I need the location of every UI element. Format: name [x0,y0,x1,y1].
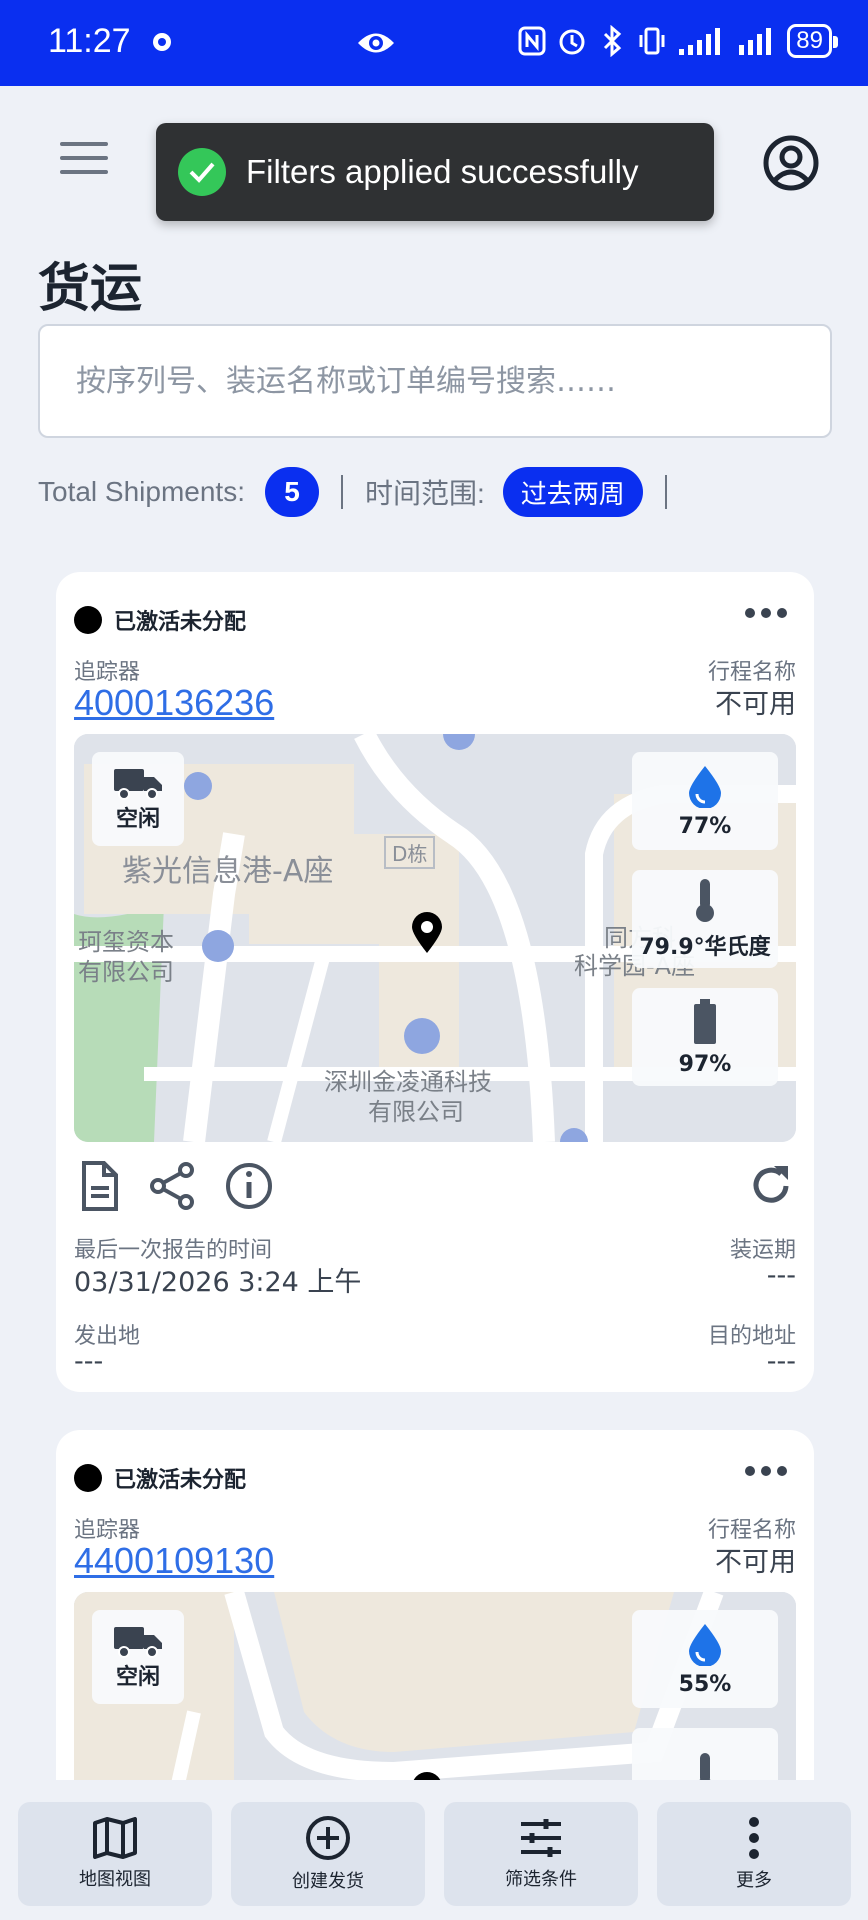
toast-notification: Filters applied successfully [156,123,714,221]
status-dot-icon [74,606,102,634]
battery-sensor: 97% [632,988,778,1086]
check-circle-icon [178,148,226,196]
humidity-value: 55% [678,1671,732,1697]
map-label: 紫光信息港-A座 [122,854,334,889]
humidity-drop-icon [689,1623,721,1666]
alarm-icon [559,29,585,55]
more-horizontal-icon[interactable] [744,1462,788,1480]
origin-value: --- [74,1346,104,1377]
map-view-button[interactable]: 地图视图 [18,1802,212,1906]
sliders-icon [521,1819,561,1857]
shipment-card[interactable]: 已激活未分配 追踪器 行程名称 4000136236 不可用 紫光信息港-A座 … [56,572,814,1392]
humidity-sensor: 55% [632,1610,778,1708]
shipments-summary: Total Shipments: 5 时间范围: 过去两周 [38,466,689,518]
divider [341,475,343,509]
add-circle-icon [306,1816,350,1860]
status-text: 已激活未分配 [114,610,247,635]
map-label: 有限公司 [368,1098,464,1126]
bottom-navigation: 地图视图 创建发货 筛选条件 更多 [0,1780,868,1920]
truck-icon [114,769,162,800]
toast-message: Filters applied successfully [246,153,639,190]
bluetooth-icon [604,25,622,57]
state-text: 空闲 [115,807,160,832]
thermometer-icon [696,879,714,922]
location-pin-icon[interactable] [410,912,444,954]
map-label: D栋 [384,836,436,869]
time-range-label: 时间范围: [365,478,485,509]
humidity-sensor: 77% [632,752,778,850]
search-input[interactable] [38,324,832,438]
eye-icon [358,33,394,53]
status-dot-icon [74,1464,102,1492]
system-icons: 89 [517,24,838,58]
divider [664,475,667,509]
more-horizontal-icon[interactable] [744,604,788,622]
trip-name-value: 不可用 [715,1547,796,1578]
create-shipment-button[interactable]: 创建发货 [231,1802,425,1906]
ship-period-value: --- [766,1260,796,1291]
nav-label: 筛选条件 [505,1869,577,1890]
status-time: 11:27 [48,22,131,60]
truck-icon [114,1627,162,1658]
battery-indicator: 89 [787,24,838,58]
nav-label: 更多 [736,1870,772,1891]
more-vertical-icon [749,1817,759,1859]
account-circle-icon[interactable] [762,134,820,192]
idle-state-badge: 空闲 [92,752,184,846]
temperature-sensor: 79.9°华氏度 [632,870,778,968]
shipment-status: 已激活未分配 [74,604,246,636]
humidity-drop-icon [689,765,721,808]
map-view[interactable]: 紫光信息港-A座 D栋 珂玺资本 有限公司 深圳金凌通科技 有限公司 同方科 科… [74,734,796,1142]
temperature-value: 79.9°华氏度 [639,935,771,960]
nav-label: 地图视图 [79,1869,151,1890]
vibrate-icon [639,27,665,55]
trip-name-value: 不可用 [715,689,796,720]
refresh-icon[interactable] [746,1160,796,1212]
battery-icon [694,998,716,1044]
hamburger-menu-icon[interactable] [58,136,110,180]
signal-icon-1 [679,28,721,55]
battery-value: 97% [678,1051,732,1077]
page-title: 货运 [38,259,143,319]
status-text: 已激活未分配 [114,1468,247,1493]
more-button[interactable]: 更多 [657,1802,851,1906]
last-report-value: 03/31/2026 3:24 上午 [74,1267,362,1298]
state-text: 空闲 [115,1665,160,1690]
nav-label: 创建发货 [292,1871,364,1892]
document-icon[interactable] [74,1160,124,1212]
info-icon[interactable] [224,1160,274,1212]
settings-notification-icon [153,33,171,51]
signal-icon-2 [739,28,772,55]
idle-state-badge: 空闲 [92,1610,184,1704]
humidity-value: 77% [678,813,732,839]
destination-value: --- [766,1346,796,1377]
tracker-id-link[interactable]: 4000136236 [74,682,274,724]
status-bar: 11:27 89 [0,0,868,86]
filters-button[interactable]: 筛选条件 [444,1802,638,1906]
time-range-chip[interactable]: 过去两周 [502,467,643,517]
tracker-id-link[interactable]: 4400109130 [74,1540,274,1582]
map-icon [93,1817,137,1859]
total-shipments-label: Total Shipments: [38,476,245,507]
shipment-status: 已激活未分配 [74,1462,246,1494]
card-actions [74,1160,796,1216]
nfc-icon [518,26,546,56]
share-icon[interactable] [148,1160,198,1212]
total-shipments-badge: 5 [265,467,319,517]
map-label: 有限公司 [78,958,174,986]
